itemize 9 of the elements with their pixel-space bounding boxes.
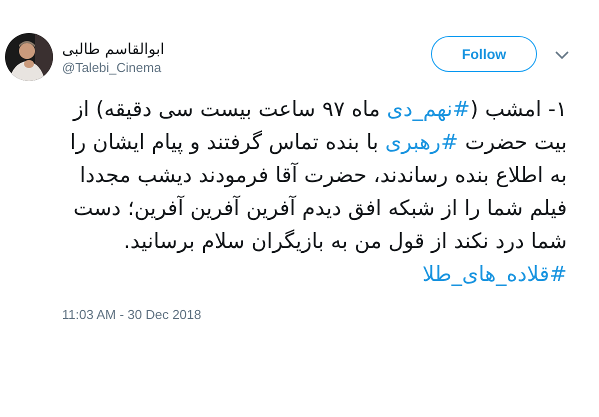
follow-button[interactable]: Follow [431, 36, 537, 72]
tweet-text: ۱- امشب (#نهم_دی ماه ۹۷ ساعت بیست سی دقیقه) از بیت حضرت #رهبری با بنده تماس گرفتند و پیام ایشان را به اطلاع بنده رساندند، حضرت آقا فرمودند دیشب مجددا فیلم شما را از شبکه افق دیدم آفرین آفرین آفرین؛ دست شما درد نکند از قول من به بازیگران سلام برسانید. [69, 96, 567, 256]
author-name[interactable]: ابوالقاسم طالبی [62, 39, 164, 59]
hashtag-link[interactable]: #قلاده_های_طلا [422, 262, 567, 286]
timestamp[interactable]: 11:03 AM - 30 Dec 2018 [62, 307, 202, 322]
hashtag-link[interactable]: #رهبری [385, 130, 458, 154]
author-handle[interactable]: @Talebi_Cinema [62, 59, 164, 77]
chevron-down-icon[interactable] [555, 51, 569, 60]
hashtag-link[interactable]: #نهم_دی [386, 97, 470, 121]
